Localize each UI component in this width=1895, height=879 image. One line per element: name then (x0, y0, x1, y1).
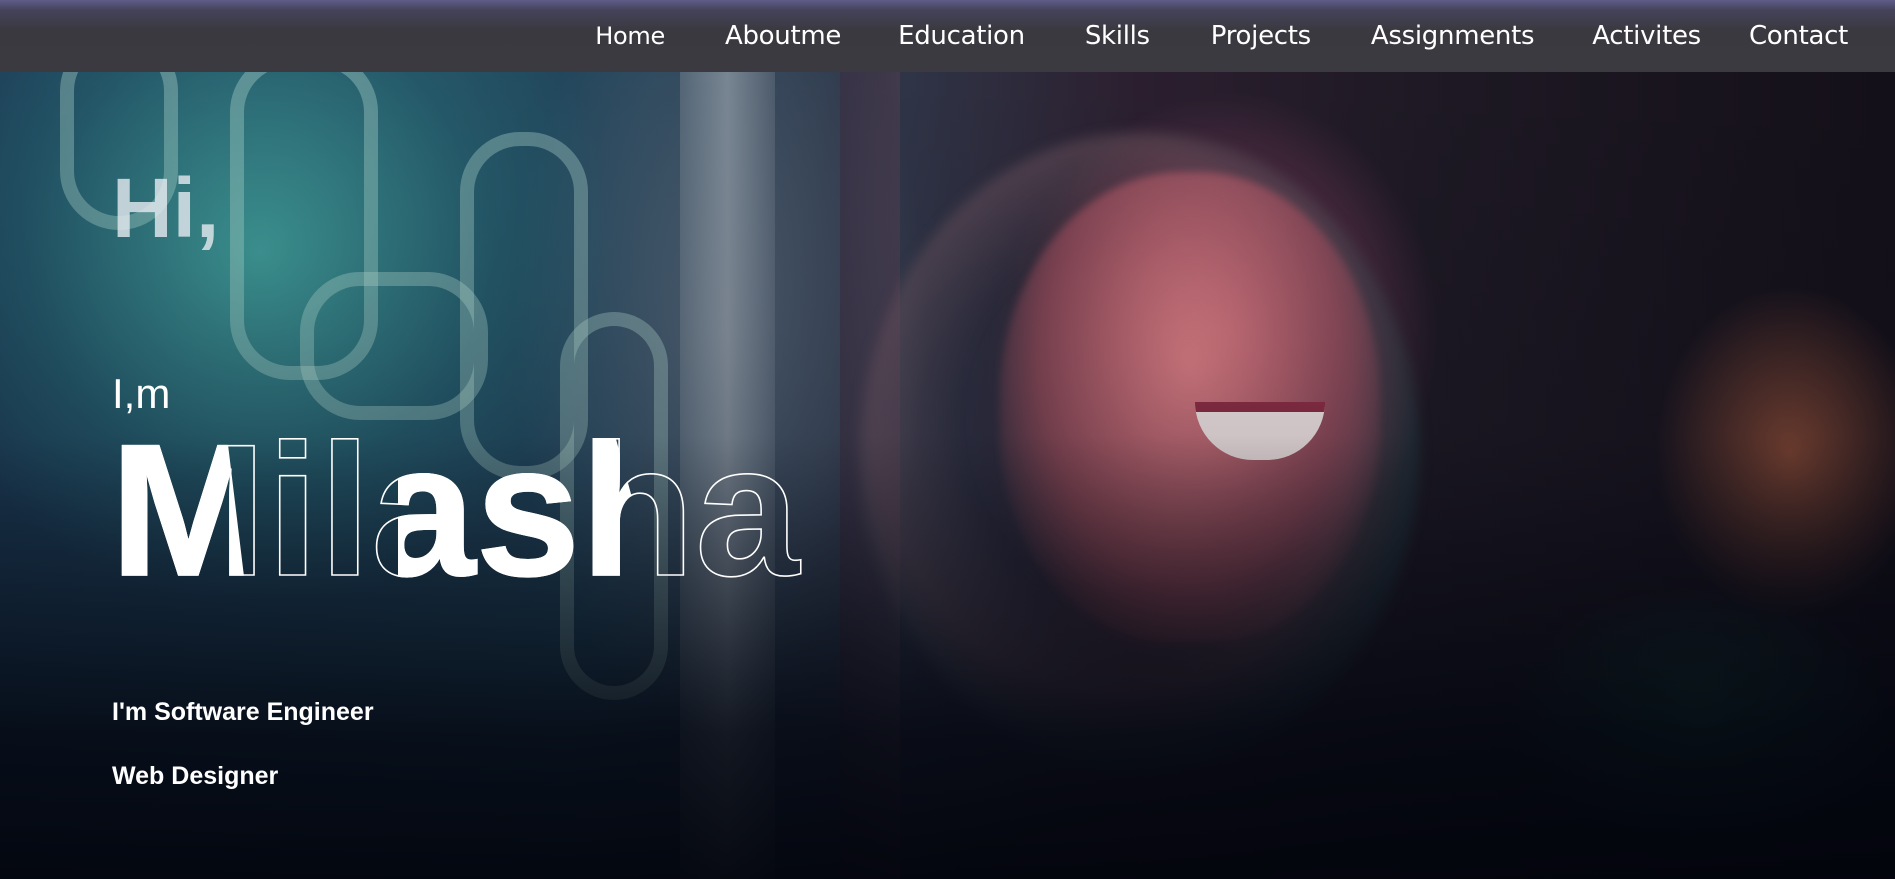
nav-item-home: Home (595, 22, 665, 50)
hero-intro: I,m (112, 370, 171, 417)
nav-link-education[interactable]: Education (898, 21, 1025, 51)
hero-greeting: Hi, (112, 161, 220, 255)
nav-item-skills: Skills (1085, 21, 1150, 51)
nav-link-skills[interactable]: Skills (1085, 21, 1150, 51)
nav-link-activites[interactable]: Activites (1592, 21, 1701, 51)
nav-item-aboutme: Aboutme (725, 21, 841, 51)
nav-menu: Home Aboutme Education Skills Projects A… (595, 0, 1895, 72)
nav-item-activites: Activites (1592, 21, 1701, 51)
hero-role-secondary: Web Designer (112, 762, 279, 790)
nav-item-projects: Projects (1211, 21, 1311, 51)
hero-role-primary: I'm Software Engineer (112, 698, 374, 726)
nav-item-education: Education (898, 21, 1025, 51)
hero-name: Milasha Milasha (109, 428, 802, 593)
top-navbar: Home Aboutme Education Skills Projects A… (0, 0, 1895, 72)
nav-link-assignments[interactable]: Assignments (1371, 21, 1535, 51)
nav-item-contact: Contact (1749, 21, 1848, 51)
nav-link-home[interactable]: Home (595, 22, 665, 50)
nav-link-projects[interactable]: Projects (1211, 21, 1311, 51)
nav-link-contact[interactable]: Contact (1749, 21, 1848, 51)
nav-item-assignments: Assignments (1371, 21, 1535, 51)
nav-link-aboutme[interactable]: Aboutme (725, 21, 841, 51)
